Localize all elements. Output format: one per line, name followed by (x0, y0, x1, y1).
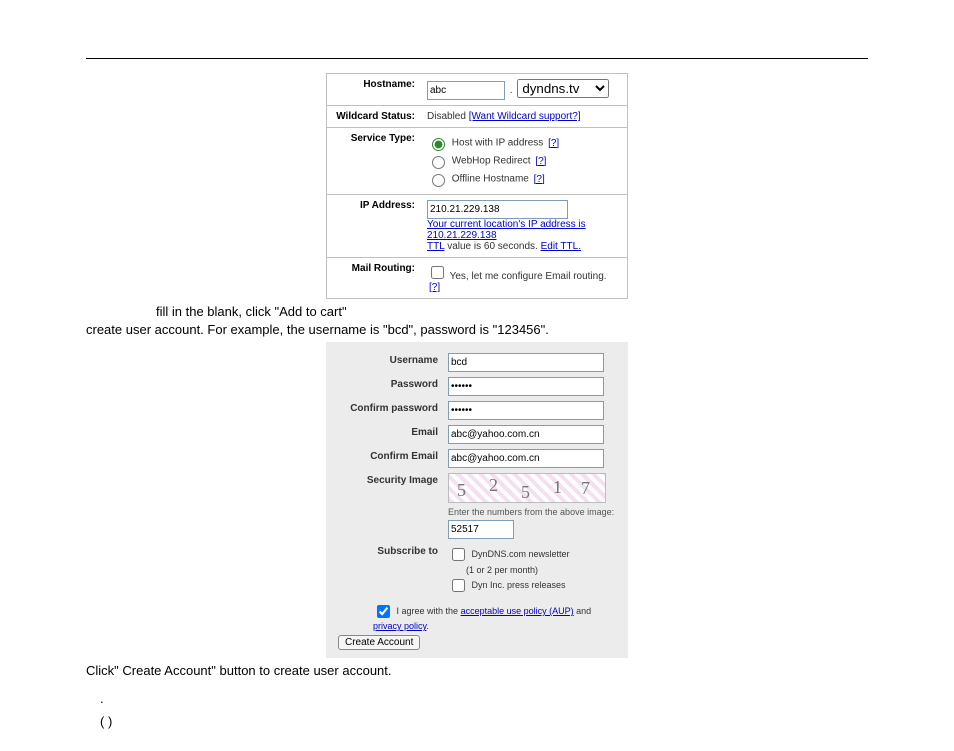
label-ip: IP Address: (327, 195, 422, 258)
label-service: Service Type: (327, 128, 422, 195)
label-email: Email (338, 425, 448, 438)
agree-mid: and (574, 606, 592, 616)
email-input[interactable] (448, 425, 604, 444)
subscribe-newsletter-sub: (1 or 2 per month) (466, 565, 616, 575)
subscribe-newsletter-checkbox[interactable] (452, 548, 465, 561)
top-rule (86, 58, 868, 59)
captcha-input[interactable] (448, 520, 514, 539)
label-security-image: Security Image (338, 473, 448, 486)
service-radio-host[interactable] (432, 138, 445, 151)
privacy-link[interactable]: privacy policy (373, 621, 426, 631)
help-offline[interactable]: [?] (534, 174, 545, 185)
dyndns-host-panel: Hostname: . dyndns.tv Wildcard Status: D… (326, 73, 628, 299)
label-wildcard: Wildcard Status: (327, 106, 422, 128)
subscribe-press-text: Dyn Inc. press releases (472, 580, 566, 590)
confirm-password-input[interactable] (448, 401, 604, 420)
agree-post: . (426, 621, 429, 631)
help-webhop[interactable]: [?] (535, 156, 546, 167)
ip-input[interactable] (427, 200, 568, 219)
label-confirm-password: Confirm password (338, 401, 448, 414)
label-confirm-email: Confirm Email (338, 449, 448, 462)
agree-pre: I agree with the (397, 606, 461, 616)
create-account-panel: Username Password Confirm password Email… (326, 342, 628, 658)
captcha-hint: Enter the numbers from the above image: (448, 507, 616, 517)
agree-checkbox[interactable] (377, 605, 390, 618)
create-account-button[interactable]: Create Account (338, 635, 420, 650)
service-opt-webhop: WebHop Redirect (452, 156, 531, 167)
confirm-email-input[interactable] (448, 449, 604, 468)
mail-routing-text: Yes, let me configure Email routing. (450, 271, 607, 282)
instruction-line-2: create user account. For example, the us… (86, 321, 868, 339)
service-radio-webhop[interactable] (432, 156, 445, 169)
aup-link[interactable]: acceptable use policy (AUP) (461, 606, 574, 616)
service-opt-offline: Offline Hostname (452, 174, 529, 185)
service-radio-offline[interactable] (432, 174, 445, 187)
wildcard-support-link[interactable]: [Want Wildcard support?] (469, 111, 581, 122)
instruction-line-1: fill in the blank, click "Add to cart" (86, 303, 868, 321)
label-password: Password (338, 377, 448, 390)
subscribe-newsletter-text: DynDNS.com newsletter (472, 549, 570, 559)
ip-hint-link[interactable]: Your current location's IP address is 21… (427, 219, 586, 241)
ttl-text: value is 60 seconds. (444, 241, 540, 252)
captcha-image: 5 2 5 1 7 (448, 473, 606, 503)
edit-ttl-link[interactable]: Edit TTL. (541, 241, 581, 252)
mail-routing-checkbox[interactable] (431, 266, 444, 279)
wildcard-status: Disabled (427, 111, 466, 122)
hostname-dot: . (508, 85, 515, 96)
username-input[interactable] (448, 353, 604, 372)
service-opt-host: Host with IP address (452, 138, 544, 149)
hostname-domain-select[interactable]: dyndns.tv (517, 79, 609, 98)
subscribe-press-checkbox[interactable] (452, 579, 465, 592)
password-input[interactable] (448, 377, 604, 396)
help-mail[interactable]: [?] (429, 282, 440, 293)
ttl-link[interactable]: TTL (427, 241, 444, 252)
help-host[interactable]: [?] (548, 138, 559, 149)
instruction-line-3: Click" Create Account" button to create … (86, 662, 868, 680)
instruction-paren: ( ) (100, 713, 868, 731)
instruction-dot: . (100, 690, 868, 708)
label-username: Username (338, 353, 448, 366)
label-subscribe: Subscribe to (338, 544, 448, 557)
label-hostname: Hostname: (327, 74, 422, 106)
hostname-input[interactable] (427, 81, 505, 100)
label-mail: Mail Routing: (327, 258, 422, 299)
